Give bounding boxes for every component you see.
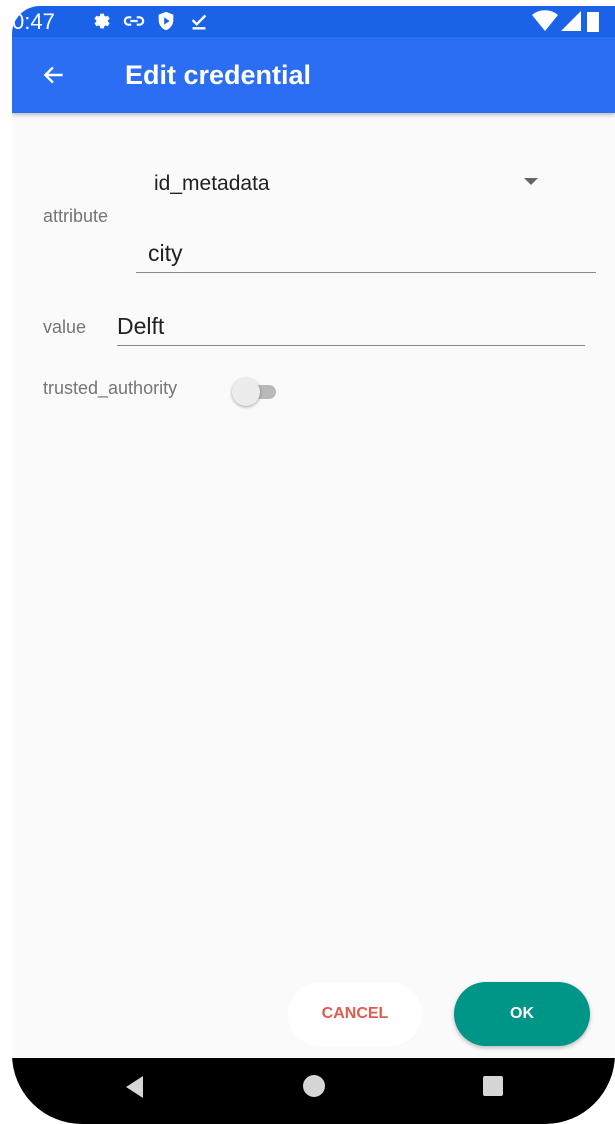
- settings-icon: [94, 13, 110, 29]
- status-time: 0:47: [12, 9, 55, 34]
- battery-icon: [587, 12, 599, 32]
- credential-type-dropdown[interactable]: id_metadata: [138, 166, 558, 208]
- wifi-icon: [532, 10, 558, 31]
- navigation-bar: [12, 1058, 615, 1124]
- status-bar: 0:47: [12, 6, 615, 37]
- trusted-authority-switch[interactable]: [230, 376, 284, 408]
- link-icon: [123, 16, 145, 26]
- value-label: value: [43, 317, 87, 337]
- attribute-label: attribute: [43, 206, 109, 226]
- value-input[interactable]: [117, 312, 585, 346]
- shield-icon: [158, 11, 174, 31]
- ok-button[interactable]: OK: [454, 982, 590, 1046]
- nav-back-icon[interactable]: [126, 1076, 143, 1098]
- trusted-authority-label: trusted_authority: [43, 378, 178, 398]
- download-done-icon: [191, 14, 207, 30]
- dropdown-arrow-icon: [524, 178, 538, 185]
- nav-recents-icon[interactable]: [483, 1076, 503, 1096]
- phone-screen: 0:47 Edit credential id_metadata attribu…: [12, 6, 615, 1124]
- back-button[interactable]: [34, 55, 74, 95]
- dropdown-selected-value: id_metadata: [154, 172, 270, 195]
- cancel-button[interactable]: CANCEL: [288, 982, 422, 1046]
- page-title: Edit credential: [125, 60, 312, 90]
- app-bar: Edit credential: [12, 37, 615, 113]
- signal-icon: [561, 11, 581, 31]
- attribute-input[interactable]: [136, 239, 596, 273]
- nav-home-icon[interactable]: [303, 1075, 325, 1097]
- switch-thumb: [232, 378, 260, 406]
- arrow-back-icon: [43, 66, 63, 84]
